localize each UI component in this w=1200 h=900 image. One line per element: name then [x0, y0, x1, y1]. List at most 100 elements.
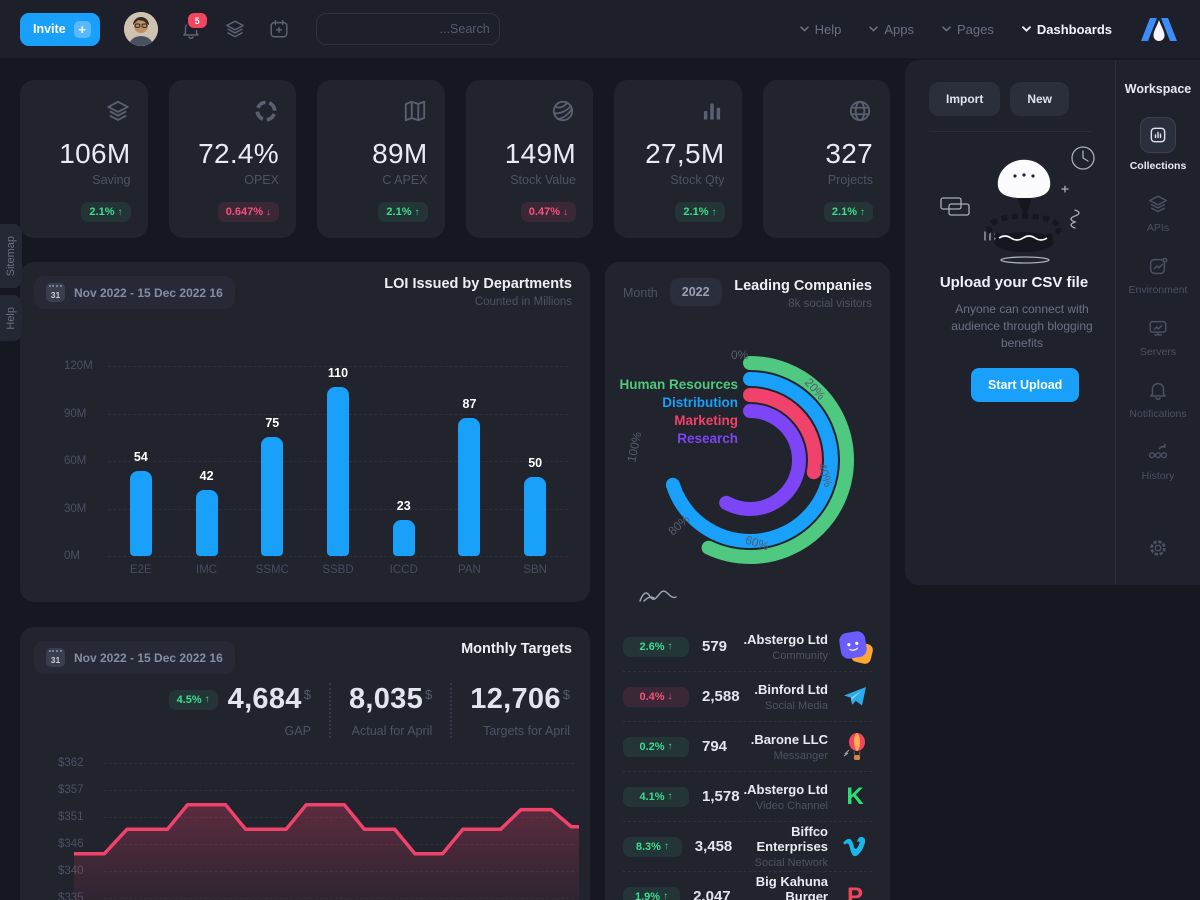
rail-item-history[interactable]: History: [1142, 441, 1175, 482]
stat-label: C APEX: [382, 173, 427, 187]
targets-stats: 4.5%↑ 4,684 $ GAP 8,035 $ Actual for Apr…: [151, 683, 574, 738]
targets-line-chart: [74, 763, 579, 900]
import-button[interactable]: Import: [929, 82, 1000, 116]
layers-icon: [1147, 193, 1169, 215]
calendar-plus-icon: [268, 18, 290, 40]
trend-icon: ↑: [664, 841, 669, 852]
menu-item-help[interactable]: Help: [800, 22, 842, 37]
menu-item-apps[interactable]: Apps: [869, 22, 914, 37]
top-menu: Help Apps Pages Dashboards: [800, 22, 1112, 37]
stat-change-badge: 2.1%↑: [378, 202, 427, 222]
chart-title: Monthly Targets: [461, 641, 572, 657]
currency-symbol: $: [425, 687, 432, 702]
user-avatar[interactable]: [124, 12, 158, 46]
legend-human-resources: Human Resources: [619, 376, 738, 394]
discord-icon: [838, 630, 872, 664]
top-navbar: Invite + 5: [0, 0, 1200, 58]
stat-targets: 12,706 $ Targets for April: [450, 683, 574, 738]
help-tab[interactable]: Help: [0, 295, 22, 341]
companies-list: 2.6%↑ 579 .Abstergo LtdCommunity 0.4%↓ 2…: [623, 622, 872, 900]
stat-card-stock-qty[interactable]: 27,5M Stock Qty 2.1%↑: [614, 80, 742, 238]
upload-illustration: [933, 140, 1111, 268]
rail-item-environment[interactable]: Environment: [1129, 255, 1188, 296]
leading-companies-card: Month 2022 Leading Companies 8k social v…: [605, 262, 890, 900]
rail-item-notifications[interactable]: Notifications: [1129, 379, 1186, 420]
tick-0: 0%: [731, 348, 748, 362]
menu-label: Apps: [884, 22, 914, 37]
stat-actual: 8,035 $ Actual for April: [329, 683, 450, 738]
year-selector[interactable]: 2022: [670, 278, 722, 306]
trend-icon: ↑: [415, 207, 420, 218]
bar-ssbd: [327, 387, 349, 556]
trend-icon: ↑: [860, 207, 865, 218]
menu-item-dashboards[interactable]: Dashboards: [1022, 22, 1112, 37]
segments-icon: [253, 98, 279, 126]
app-logo[interactable]: [1138, 16, 1180, 43]
trend-icon: ↑: [205, 694, 210, 705]
trend-icon: ↑: [668, 741, 673, 752]
notification-count-badge: 5: [186, 11, 209, 30]
company-row-abstergo-community[interactable]: 2.6%↑ 579 .Abstergo LtdCommunity: [623, 622, 872, 672]
balloon-icon: [838, 730, 872, 764]
chevron-down-icon: [942, 26, 951, 32]
settings-button[interactable]: [1147, 537, 1169, 559]
menu-item-pages[interactable]: Pages: [942, 22, 994, 37]
new-button[interactable]: New: [1010, 82, 1069, 116]
company-row-abstergo-video[interactable]: 4.1%↑ 1,578 .Abstergo LtdVideo Channel K: [623, 772, 872, 822]
stat-value: 27,5M: [645, 138, 724, 170]
change-badge: 1.9%↑: [623, 887, 680, 900]
calendar-add-button[interactable]: [268, 18, 290, 40]
edge-tabs: Sitemap Help: [0, 224, 22, 341]
chart-title: LOI Issued by Departments: [384, 276, 572, 292]
stat-value: 327: [825, 138, 873, 170]
stat-card-stock-value[interactable]: 149M Stock Value 0.47%↓: [466, 80, 594, 238]
company-row-binford[interactable]: 0.4%↓ 2,588 .Binford LtdSocial Media: [623, 672, 872, 722]
layers-button[interactable]: [224, 18, 246, 40]
notifications-button[interactable]: 5: [180, 18, 202, 40]
y-tick: 60M: [64, 455, 104, 467]
rail-item-apis[interactable]: APIs: [1147, 193, 1169, 234]
sitemap-tab[interactable]: Sitemap: [0, 224, 22, 288]
bar-chart-categories: E2EIMC SSMCSSBD ICCDPAN SBN: [108, 564, 568, 576]
company-row-biffco[interactable]: 8.3%↑ 3,458 Biffco EnterprisesSocial Net…: [623, 822, 872, 872]
sitemap-tab-label: Sitemap: [5, 236, 17, 276]
chart-subtitle: Counted in Millions: [384, 296, 572, 308]
company-row-big-kahuna[interactable]: 1.9%↑ 2,047 Big Kahuna BurgerSocial Netw…: [623, 872, 872, 900]
bar-e2e: [130, 471, 152, 557]
bar-imc: [196, 490, 218, 557]
gear-icon: [1147, 537, 1169, 559]
rail-item-servers[interactable]: Servers: [1140, 317, 1176, 358]
layers-icon: [105, 98, 131, 126]
stat-gap: 4.5%↑ 4,684 $ GAP: [151, 683, 329, 738]
stat-change-badge: 2.1%↑: [675, 202, 724, 222]
invite-label: Invite: [33, 22, 66, 36]
stat-card-opex[interactable]: 72.4% OPEX 0.647%↓: [169, 80, 297, 238]
visitor-count: 2,588: [702, 688, 740, 705]
start-upload-button[interactable]: Start Upload: [971, 368, 1079, 402]
rail-item-collections[interactable]: Collections: [1130, 117, 1187, 172]
search-input[interactable]: [327, 21, 492, 37]
stat-card-projects[interactable]: 327 Projects 2.1%↑: [763, 80, 891, 238]
trend-icon: ↑: [668, 641, 673, 652]
bar-chart-plot: 120M 90M 60M 30M 0M 54 42 75 110 23 87 5…: [108, 366, 568, 556]
stat-card-capex[interactable]: 89M C APEX 2.1%↑: [317, 80, 445, 238]
globe-icon: [847, 98, 873, 126]
date-range-picker[interactable]: 31 Nov 2022 - 15 Dec 2022 16: [34, 276, 235, 309]
invite-button[interactable]: Invite +: [20, 13, 100, 46]
bar-value: 75: [265, 416, 279, 430]
change-badge: 4.5%↑: [169, 690, 218, 710]
vimeo-icon: [838, 830, 872, 864]
dashboard-page: Invite + 5: [0, 0, 1200, 900]
date-range-label: Nov 2022 - 15 Dec 2022 16: [74, 651, 223, 665]
bar-chart-icon: [699, 98, 725, 126]
bar-iccd: [393, 520, 415, 556]
stat-change-badge: 0.47%↓: [521, 202, 576, 222]
layers-icon: [224, 18, 246, 40]
date-range-picker[interactable]: 31 Nov 2022 - 15 Dec 2022 16: [34, 641, 235, 674]
stat-label: Saving: [92, 173, 130, 187]
stat-card-saving[interactable]: 106M Saving 2.1%↑: [20, 80, 148, 238]
telegram-icon: [838, 680, 872, 714]
history-icon: [1147, 441, 1169, 463]
stat-value: 89M: [372, 138, 427, 170]
company-row-barone[interactable]: 0.2%↑ 794 .Barone LLCMessanger: [623, 722, 872, 772]
